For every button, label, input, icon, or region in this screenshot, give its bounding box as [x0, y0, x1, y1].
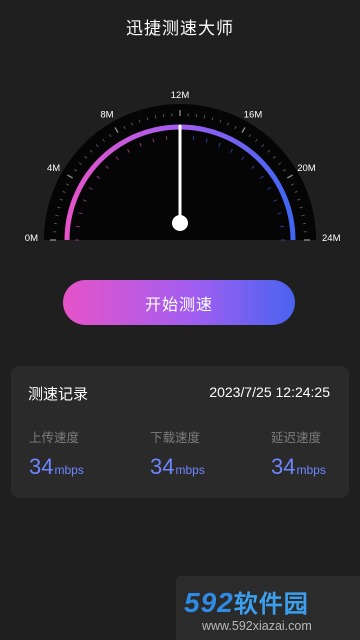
gauge-inner-tick [75, 225, 80, 228]
watermark-digits: 592 [184, 587, 234, 618]
gauge-tick [301, 214, 305, 217]
start-test-button[interactable]: 开始测速 [63, 280, 295, 325]
gauge-inner-tick [280, 225, 285, 228]
speed-record-card: 测速记录 2023/7/25 12:24:25 上传速度 34mbps 下载速度… [11, 366, 349, 498]
delay-speed-stat: 延迟速度 34mbps [271, 427, 360, 480]
gauge-tick-label: 24M [322, 233, 341, 244]
delay-speed-value: 34mbps [271, 454, 360, 480]
delay-speed-label: 延迟速度 [271, 430, 322, 445]
upload-speed-value: 34mbps [29, 454, 139, 480]
gauge-tick-label: 0M [25, 233, 38, 244]
delay-speed-number: 34 [271, 454, 296, 479]
download-speed-number: 34 [150, 454, 175, 479]
download-speed-value: 34mbps [150, 454, 260, 480]
site-watermark: 592软件园 www.592xiazai.com [176, 576, 360, 640]
record-title: 测速记录 [28, 385, 89, 403]
delay-speed-unit: mbps [296, 463, 326, 477]
gauge-tick [203, 115, 206, 119]
upload-speed-label: 上传速度 [29, 430, 80, 445]
gauge-tick-label: 4M [47, 163, 60, 174]
speed-gauge: 0M 4M 8M 12M 16M 20M 24M [25, 90, 341, 244]
gauge-tick-label: 8M [100, 110, 113, 121]
gauge-inner-tick [165, 135, 168, 140]
gauge-tick-label: 16M [244, 110, 263, 121]
watermark-text: 软件园 [233, 591, 309, 618]
download-speed-stat: 下载速度 34mbps [150, 427, 260, 480]
gauge-tick [154, 115, 157, 119]
gauge-tick-label: 12M [171, 90, 190, 101]
upload-speed-unit: mbps [54, 463, 84, 477]
watermark-url: www.592xiazai.com [202, 619, 312, 633]
watermark-logo: 592软件园 [184, 584, 309, 619]
gauge-needle-hub [172, 215, 188, 231]
app-title: 迅捷测速大师 [126, 19, 234, 39]
gauge-tick [55, 214, 59, 217]
download-speed-unit: mbps [175, 463, 205, 477]
download-speed-label: 下载速度 [150, 430, 201, 445]
gauge-tick-label: 20M [297, 163, 316, 174]
gauge-inner-tick [192, 135, 195, 140]
record-timestamp: 2023/7/25 12:24:25 [209, 384, 330, 400]
upload-speed-stat: 上传速度 34mbps [29, 427, 139, 480]
upload-speed-number: 34 [29, 454, 54, 479]
